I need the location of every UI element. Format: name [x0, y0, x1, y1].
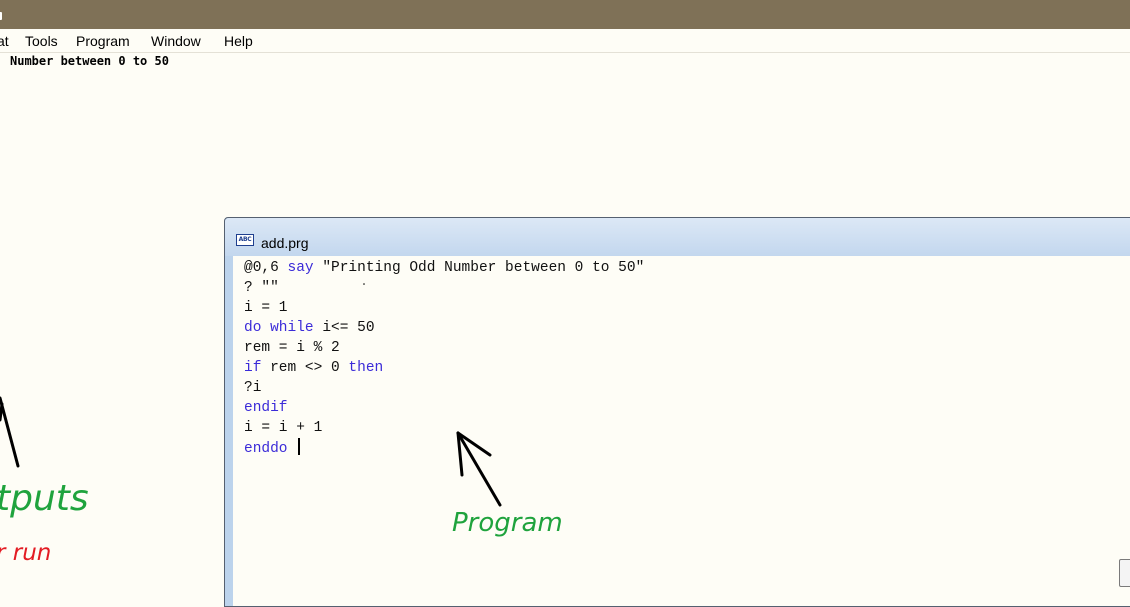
editor-titlebar[interactable]: ABC add.prg: [225, 218, 1130, 256]
code-keyword: say: [287, 260, 314, 276]
code-keyword: do while: [244, 320, 314, 336]
program-output-text: Number between 0 to 50: [10, 54, 169, 68]
code-line: do while i<= 50: [244, 318, 644, 338]
code-text: i<= 50: [313, 320, 375, 336]
app-titlebar[interactable]: [0, 0, 1130, 29]
code-line: if rem <> 0 then: [244, 358, 644, 378]
menu-item-window[interactable]: Window: [151, 33, 201, 49]
code-area[interactable]: @0,6 say "Printing Odd Number between 0 …: [244, 258, 644, 459]
code-editor[interactable]: @0,6 say "Printing Odd Number between 0 …: [233, 256, 1130, 606]
menu-bar: at Tools Program Window Help: [0, 29, 1130, 53]
menu-item-help[interactable]: Help: [224, 33, 253, 49]
annotation-outputs: tputs: [0, 478, 89, 519]
code-line: ? "": [244, 278, 644, 298]
code-text: ? "": [244, 280, 279, 296]
document-icon: ABC: [236, 234, 254, 246]
code-text: "Printing Odd Number between 0 to 50": [313, 260, 645, 276]
code-line: i = i + 1: [244, 418, 644, 438]
menu-item-tools[interactable]: Tools: [25, 33, 58, 49]
app-icon: [0, 12, 2, 20]
code-line: @0,6 say "Printing Odd Number between 0 …: [244, 258, 644, 278]
menu-item-format[interactable]: at: [0, 33, 9, 49]
code-line: i = 1: [244, 298, 644, 318]
code-line: rem = i % 2: [244, 338, 644, 358]
code-text: rem <> 0: [261, 360, 349, 376]
resize-handle[interactable]: [1119, 559, 1130, 587]
code-text: i = 1: [244, 300, 288, 316]
annotation-run: r run: [0, 540, 52, 566]
code-keyword: if: [244, 360, 262, 376]
editor-window: ABC add.prg @0,6 say "Printing Odd Numbe…: [224, 217, 1130, 607]
code-line: endif: [244, 398, 644, 418]
arrow-to-output: [0, 396, 20, 468]
code-text: i = i + 1: [244, 420, 323, 436]
menu-item-program[interactable]: Program: [76, 33, 130, 49]
editor-title: add.prg: [261, 235, 309, 251]
code-keyword: then: [348, 360, 384, 376]
code-text: ?i: [244, 380, 262, 396]
code-line: enddo: [244, 438, 644, 459]
text-cursor: [298, 438, 301, 455]
code-text: @0,6: [244, 260, 288, 276]
code-line: ?i: [244, 378, 644, 398]
annotation-program: Program: [452, 508, 563, 538]
code-keyword: endif: [244, 400, 288, 416]
code-keyword: enddo: [244, 441, 288, 457]
code-text: rem = i % 2: [244, 340, 340, 356]
